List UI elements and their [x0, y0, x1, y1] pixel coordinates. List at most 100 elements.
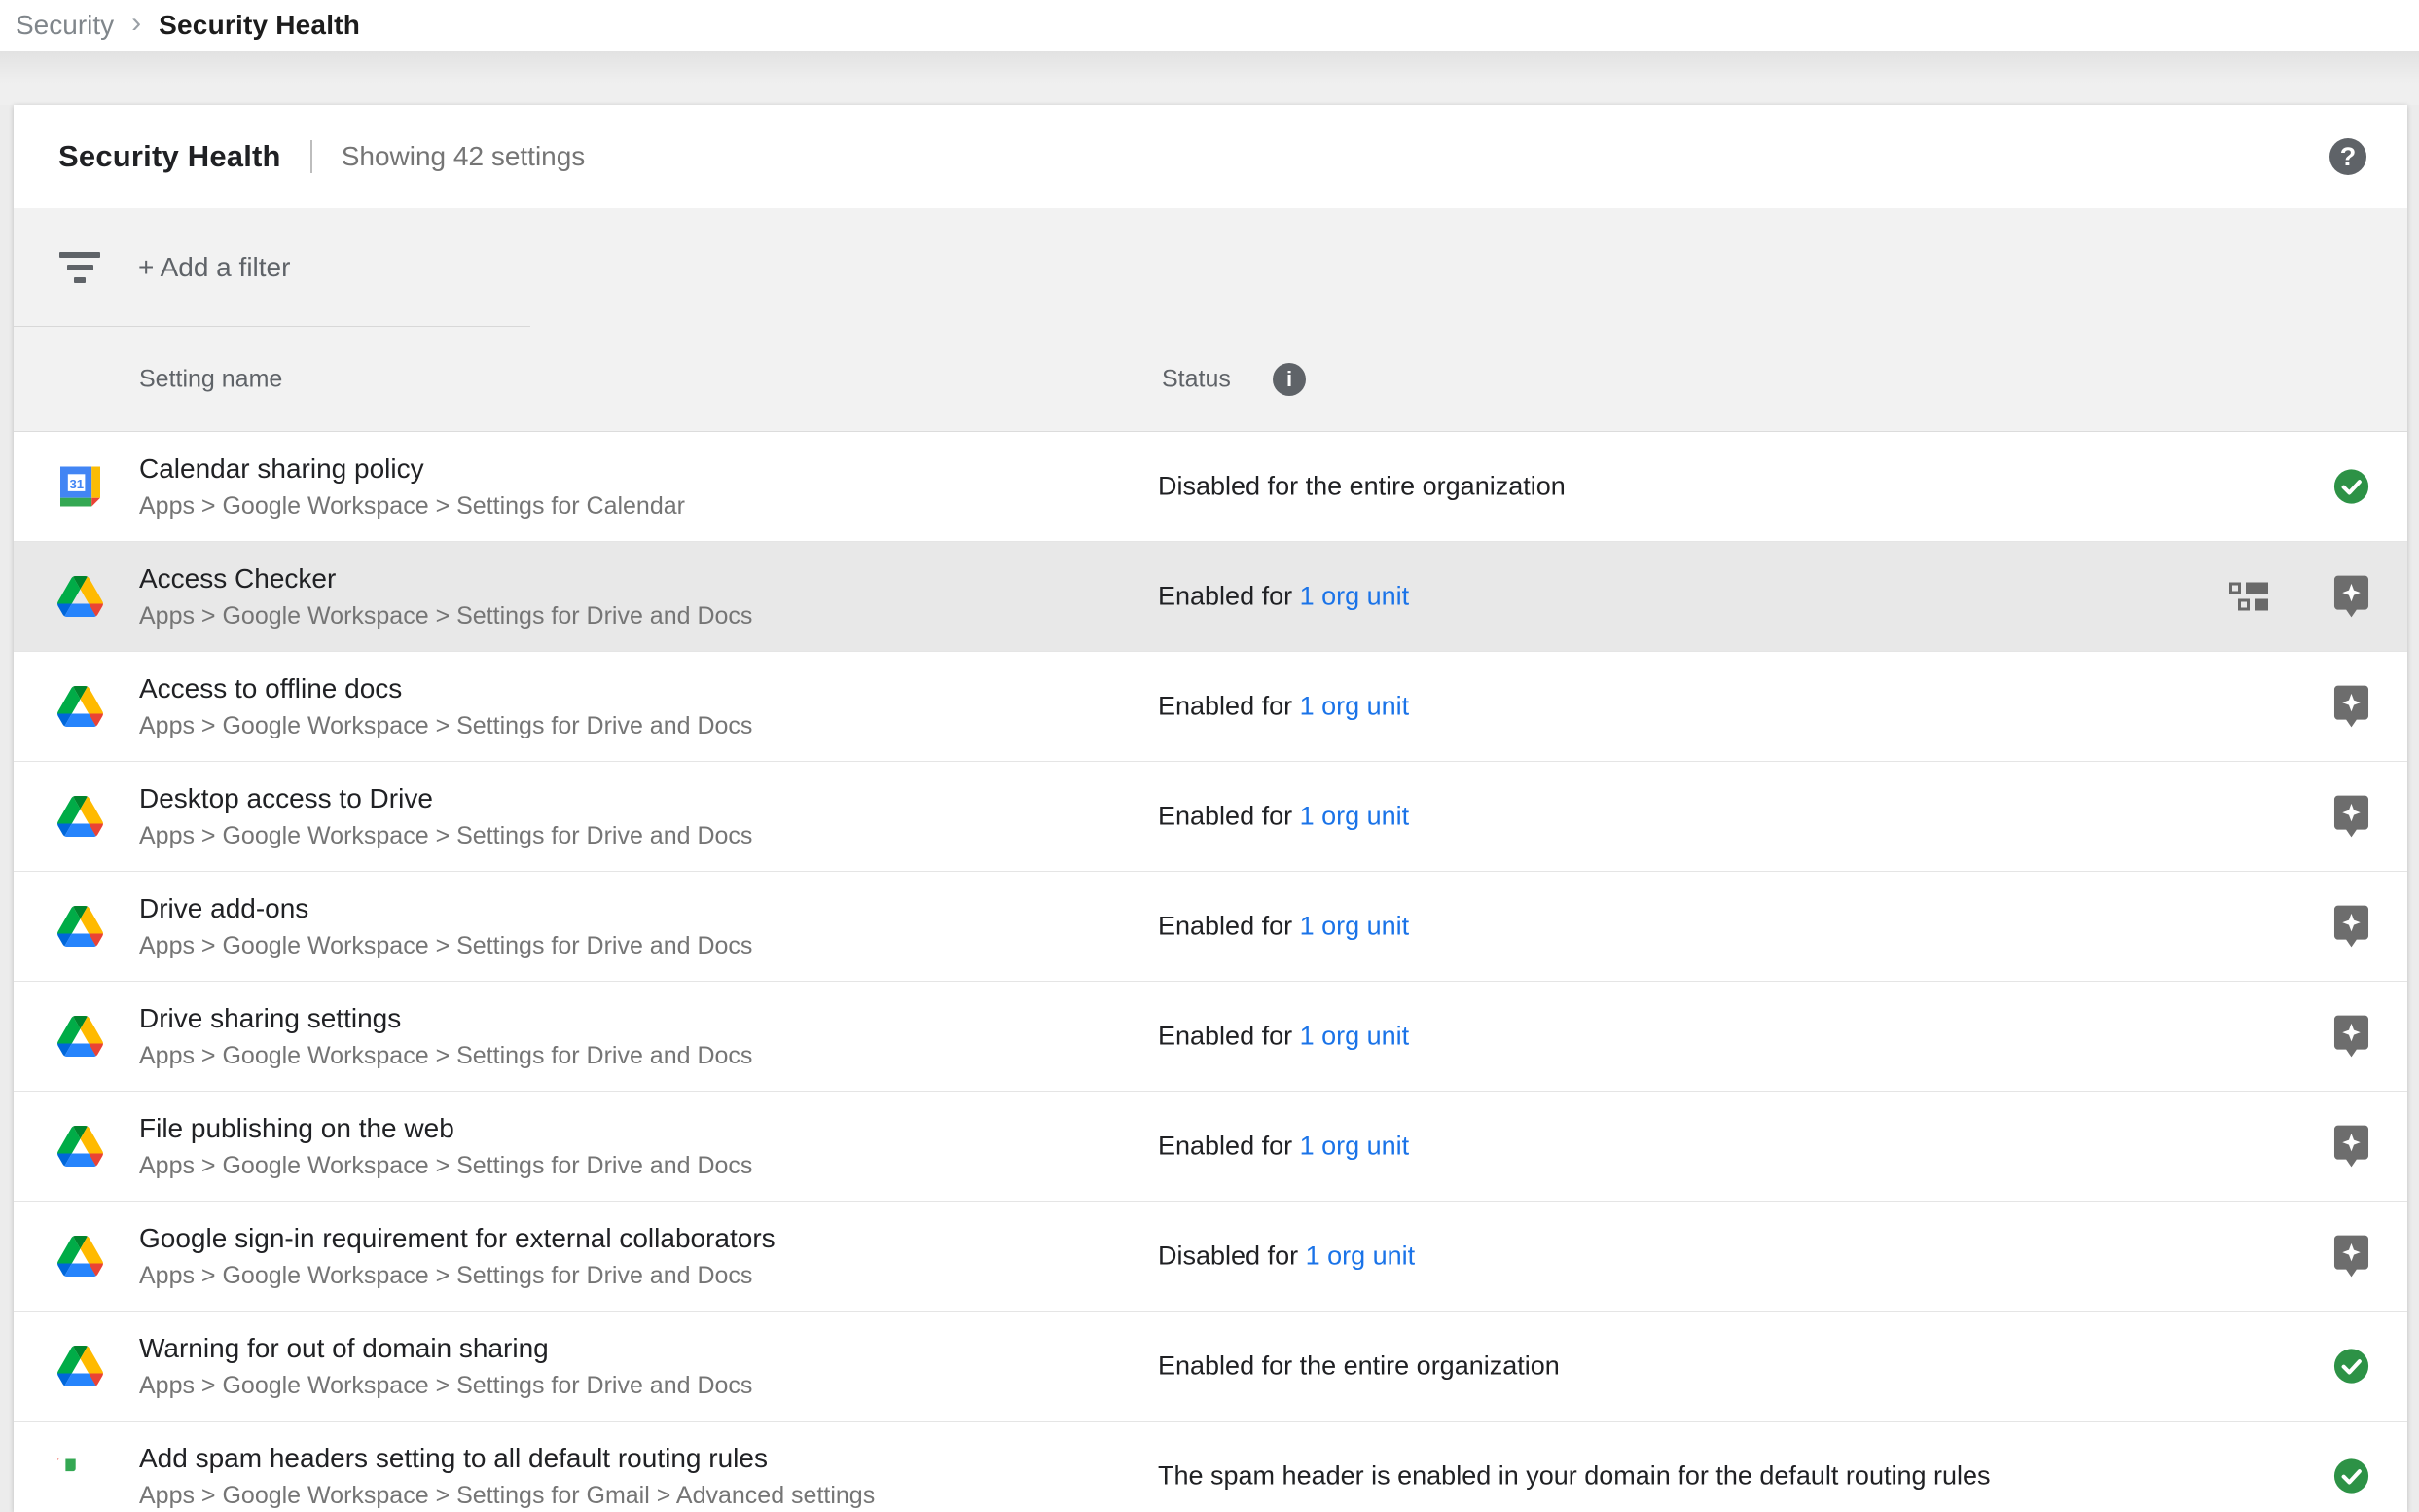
setting-text: File publishing on the web Apps > Google…	[139, 1112, 752, 1180]
status-text: Enabled for	[1158, 802, 1300, 831]
org-unit-scope-icon	[2229, 583, 2268, 611]
status-text: Enabled for the entire organization	[1158, 1351, 1560, 1381]
drive-icon	[55, 686, 104, 727]
setting-text: Desktop access to Drive Apps > Google Wo…	[139, 782, 752, 850]
setting-path: Apps > Google Workspace > Settings for D…	[139, 1042, 752, 1070]
status-ok-icon	[2331, 1349, 2370, 1385]
setting-text: Google sign-in requirement for external …	[139, 1222, 776, 1290]
setting-status: Enabled for 1 org unit	[1158, 1022, 1409, 1052]
setting-row[interactable]: Add spam headers setting to all default …	[14, 1422, 2407, 1512]
org-unit-link[interactable]: 1 org unit	[1306, 1242, 1416, 1271]
recommendation-icon[interactable]	[2331, 1015, 2370, 1059]
setting-row[interactable]: Warning for out of domain sharing Apps >…	[14, 1312, 2407, 1422]
breadcrumb-item-security[interactable]: Security	[16, 10, 114, 41]
recommendation-icon[interactable]	[2331, 685, 2370, 729]
setting-text: Access Checker Apps > Google Workspace >…	[139, 562, 752, 630]
setting-text: Add spam headers setting to all default …	[139, 1442, 875, 1510]
gmail-icon	[55, 1459, 104, 1494]
setting-name: File publishing on the web	[139, 1112, 752, 1144]
status-text: Enabled for	[1158, 582, 1300, 611]
security-health-card: Security Health Showing 42 settings ? + …	[14, 105, 2407, 1512]
info-icon[interactable]: i	[1273, 363, 1306, 396]
setting-path: Apps > Google Workspace > Settings for D…	[139, 932, 752, 960]
column-setting-name: Setting name	[139, 365, 282, 393]
setting-row[interactable]: File publishing on the web Apps > Google…	[14, 1092, 2407, 1202]
setting-row[interactable]: Drive sharing settings Apps > Google Wor…	[14, 982, 2407, 1092]
status-text: Disabled for	[1158, 1242, 1306, 1271]
setting-path: Apps > Google Workspace > Settings for D…	[139, 1152, 752, 1180]
setting-name: Add spam headers setting to all default …	[139, 1442, 875, 1474]
setting-text: Calendar sharing policy Apps > Google Wo…	[139, 452, 685, 521]
setting-path: Apps > Google Workspace > Settings for D…	[139, 1372, 752, 1400]
setting-path: Apps > Google Workspace > Settings for G…	[139, 1482, 875, 1510]
column-status: Status	[1162, 365, 1231, 393]
setting-row[interactable]: Google sign-in requirement for external …	[14, 1202, 2407, 1312]
help-icon[interactable]: ?	[2329, 138, 2366, 175]
recommendation-icon[interactable]	[2331, 795, 2370, 839]
chevron-right-icon: ›	[131, 9, 141, 42]
drive-icon	[55, 906, 104, 947]
page-title: Security Health	[58, 139, 281, 174]
org-unit-link[interactable]: 1 org unit	[1300, 1022, 1410, 1051]
org-unit-link[interactable]: 1 org unit	[1300, 1132, 1410, 1161]
setting-status: Enabled for 1 org unit	[1158, 912, 1409, 942]
status-text: Enabled for	[1158, 692, 1300, 721]
setting-row[interactable]: Desktop access to Drive Apps > Google Wo…	[14, 762, 2407, 872]
setting-path: Apps > Google Workspace > Settings for D…	[139, 1262, 776, 1290]
status-text: Enabled for	[1158, 1022, 1300, 1051]
setting-name: Access Checker	[139, 562, 752, 594]
drive-icon	[55, 1236, 104, 1277]
setting-status: Enabled for 1 org unit	[1158, 802, 1409, 832]
setting-row[interactable]: Calendar sharing policy Apps > Google Wo…	[14, 432, 2407, 542]
drive-icon	[55, 1126, 104, 1167]
setting-path: Apps > Google Workspace > Settings for D…	[139, 712, 752, 740]
org-unit-link[interactable]: 1 org unit	[1300, 802, 1410, 831]
setting-name: Desktop access to Drive	[139, 782, 752, 814]
drive-icon	[55, 796, 104, 837]
table-header: Setting name Status i	[14, 327, 2407, 432]
settings-list: Calendar sharing policy Apps > Google Wo…	[14, 432, 2407, 1512]
setting-row[interactable]: Access Checker Apps > Google Workspace >…	[14, 542, 2407, 652]
setting-name: Google sign-in requirement for external …	[139, 1222, 776, 1254]
drive-icon	[55, 1346, 104, 1386]
status-text: Disabled for the entire organization	[1158, 472, 1566, 501]
setting-name: Drive sharing settings	[139, 1002, 752, 1034]
org-unit-link[interactable]: 1 org unit	[1300, 692, 1410, 721]
breadcrumb: Security › Security Health	[0, 0, 2419, 51]
settings-count-label: Showing 42 settings	[342, 141, 586, 172]
calendar-icon	[55, 467, 104, 507]
status-text: The spam header is enabled in your domai…	[1158, 1461, 1991, 1491]
setting-name: Access to offline docs	[139, 672, 752, 704]
drive-icon	[55, 576, 104, 617]
setting-status: Enabled for 1 org unit	[1158, 582, 1409, 612]
setting-text: Warning for out of domain sharing Apps >…	[139, 1332, 752, 1400]
setting-row[interactable]: Drive add-ons Apps > Google Workspace > …	[14, 872, 2407, 982]
page-background-band	[0, 51, 2419, 105]
recommendation-icon[interactable]	[2331, 905, 2370, 949]
setting-path: Apps > Google Workspace > Settings for C…	[139, 492, 685, 521]
recommendation-icon[interactable]	[2331, 1235, 2370, 1278]
recommendation-icon[interactable]	[2331, 575, 2370, 619]
setting-status: Disabled for the entire organization	[1158, 472, 1566, 502]
setting-status: The spam header is enabled in your domai…	[1158, 1461, 1991, 1492]
setting-text: Access to offline docs Apps > Google Wor…	[139, 672, 752, 740]
setting-path: Apps > Google Workspace > Settings for D…	[139, 602, 752, 630]
card-header: Security Health Showing 42 settings ?	[14, 105, 2407, 208]
setting-name: Drive add-ons	[139, 892, 752, 924]
setting-name: Calendar sharing policy	[139, 452, 685, 485]
recommendation-icon[interactable]	[2331, 1125, 2370, 1169]
setting-text: Drive sharing settings Apps > Google Wor…	[139, 1002, 752, 1070]
setting-name: Warning for out of domain sharing	[139, 1332, 752, 1364]
setting-status: Enabled for the entire organization	[1158, 1351, 1560, 1382]
add-filter-button[interactable]: + Add a filter	[138, 252, 290, 283]
filter-icon[interactable]	[58, 252, 101, 283]
org-unit-link[interactable]: 1 org unit	[1300, 912, 1410, 941]
setting-text: Drive add-ons Apps > Google Workspace > …	[139, 892, 752, 960]
setting-row[interactable]: Access to offline docs Apps > Google Wor…	[14, 652, 2407, 762]
org-unit-link[interactable]: 1 org unit	[1300, 582, 1410, 611]
breadcrumb-item-security-health: Security Health	[159, 10, 360, 41]
setting-status: Enabled for 1 org unit	[1158, 1132, 1409, 1162]
status-text: Enabled for	[1158, 912, 1300, 941]
drive-icon	[55, 1016, 104, 1057]
header-divider	[310, 140, 312, 173]
